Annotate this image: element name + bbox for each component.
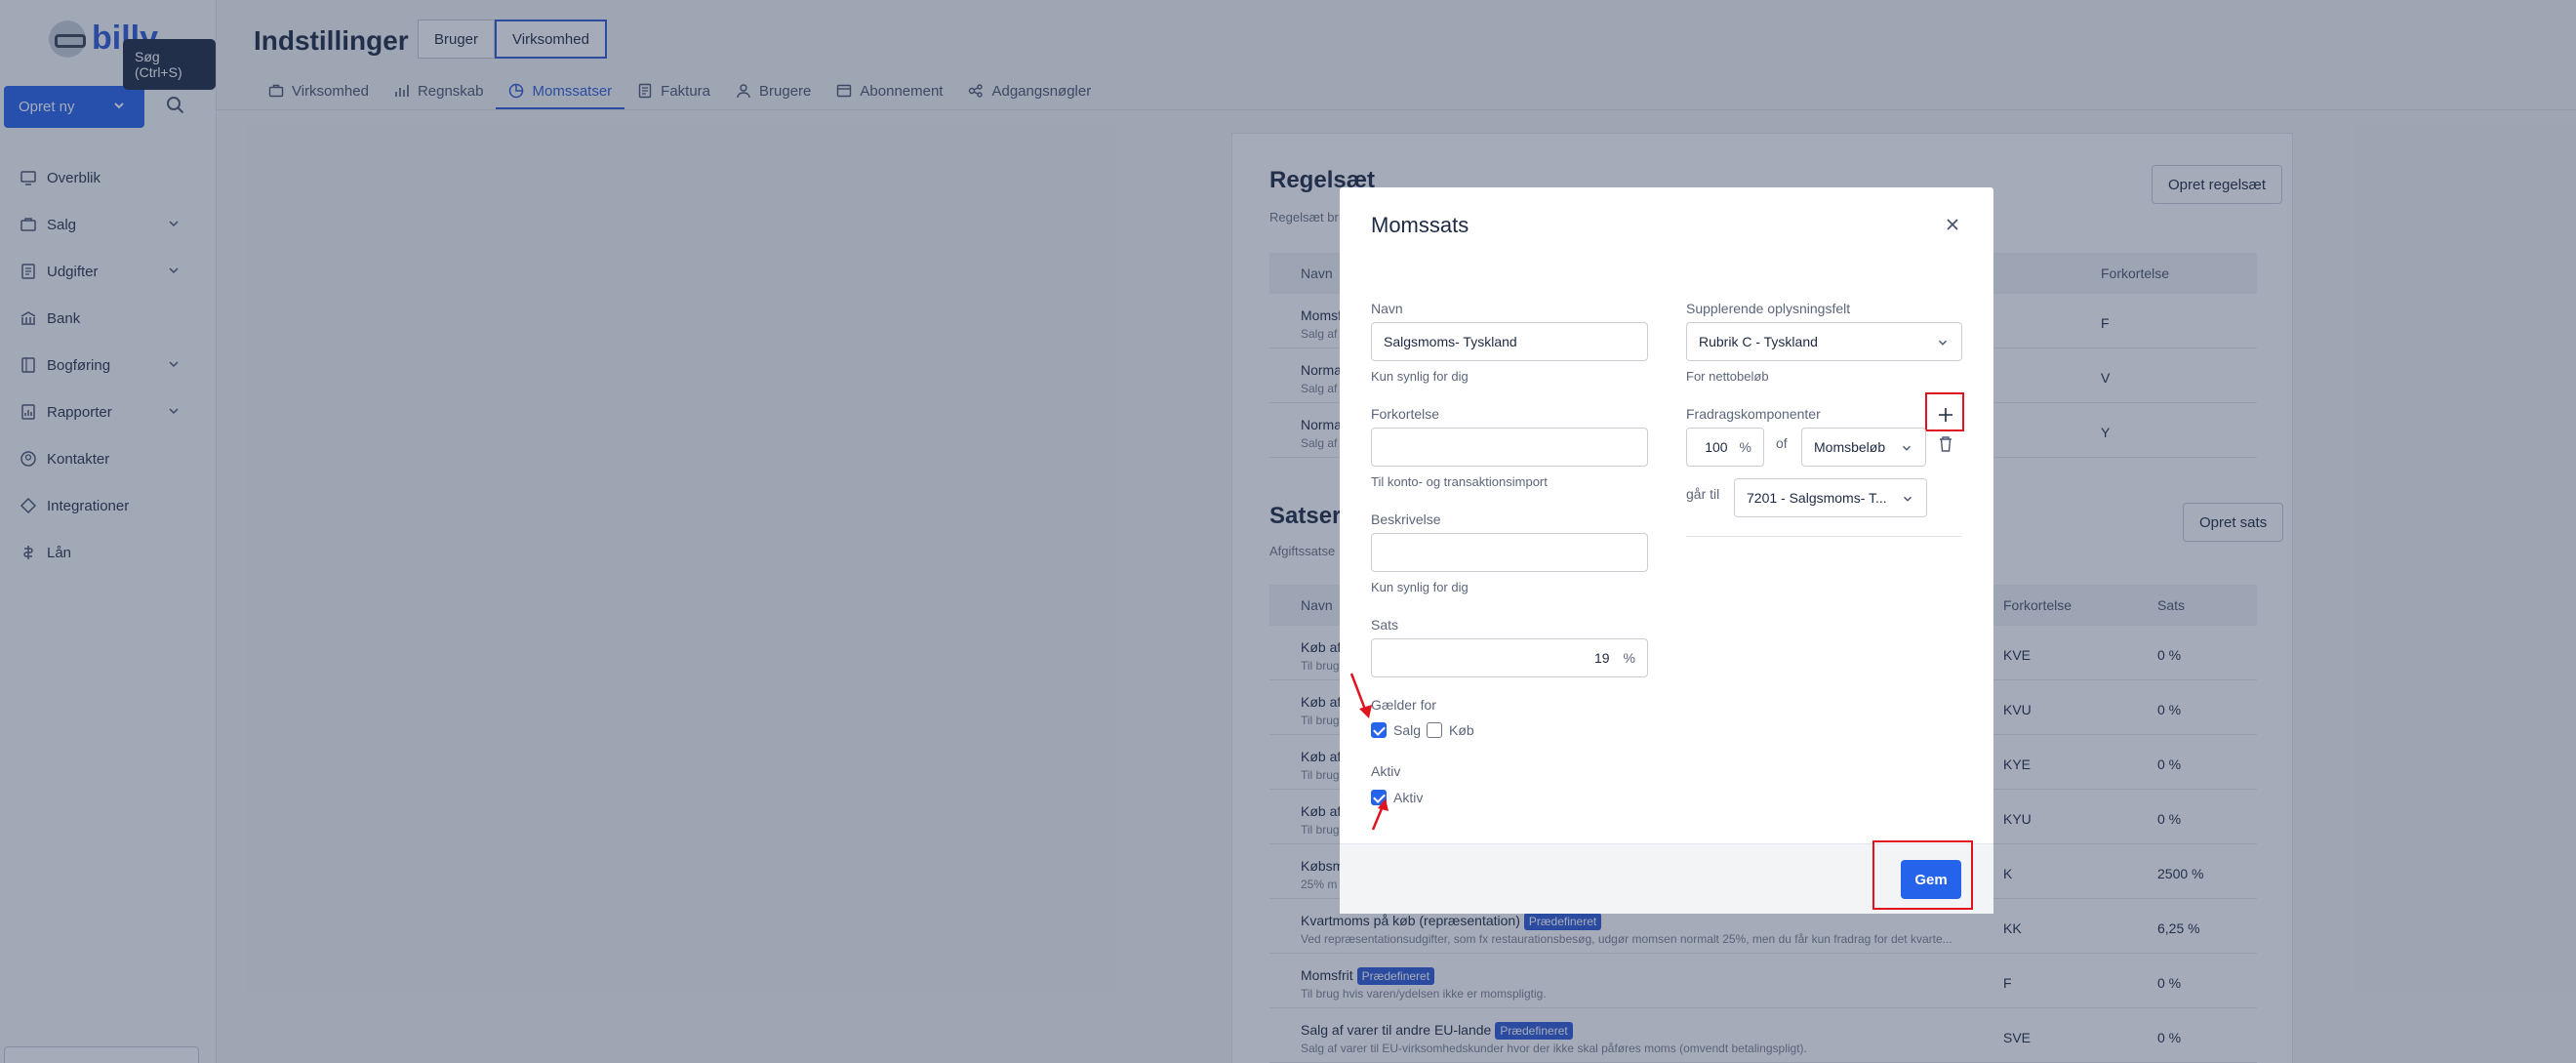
purchase-checkbox-label: Køb: [1449, 722, 1474, 738]
name-hint: Kun synlig for dig: [1371, 369, 1469, 384]
rate-field[interactable]: 19 %: [1371, 638, 1648, 677]
goes-to-label: går til: [1686, 486, 1720, 502]
trash-icon[interactable]: [1938, 435, 1953, 453]
supplementary-field-value: Rubrik C - Tyskland: [1699, 334, 1818, 349]
annotation-arrow-active: [1371, 798, 1389, 831]
supplementary-field-label: Supplerende oplysningsfelt: [1686, 301, 1851, 316]
abbr-label: Forkortelse: [1371, 406, 1440, 422]
modal-backdrop[interactable]: [0, 0, 2576, 1063]
purchase-checkbox[interactable]: [1427, 722, 1442, 738]
vat-rate-dialog: Momssats Navn Salgsmoms- Tyskland Kun sy…: [1340, 187, 1993, 914]
abbr-hint: Til konto- og transaktionsimport: [1371, 474, 1548, 489]
deduction-components-label: Fradragskomponenter: [1686, 406, 1821, 422]
chevron-down-icon: [1904, 496, 1912, 502]
deduction-percent-field[interactable]: 100 %: [1686, 428, 1764, 467]
description-hint: Kun synlig for dig: [1371, 580, 1469, 594]
deduction-percent-unit: %: [1739, 439, 1751, 455]
name-field[interactable]: Salgsmoms- Tyskland: [1371, 322, 1648, 361]
abbr-field[interactable]: [1371, 428, 1648, 467]
description-field[interactable]: [1371, 533, 1648, 572]
close-icon[interactable]: [1943, 215, 1962, 234]
chevron-down-icon: [1939, 340, 1947, 346]
chevron-down-icon: [1903, 445, 1911, 451]
goes-to-account-value: 7201 - Salgsmoms- T...: [1747, 490, 1887, 506]
of-label: of: [1776, 435, 1788, 451]
rate-label: Sats: [1371, 617, 1399, 633]
goes-to-account-select[interactable]: 7201 - Salgsmoms- T...: [1734, 478, 1927, 517]
name-label: Navn: [1371, 301, 1403, 316]
rate-unit: %: [1623, 650, 1635, 666]
annotation-box-add: [1925, 392, 1964, 431]
sales-checkbox-label: Salg: [1393, 722, 1422, 738]
deduction-divider: [1686, 536, 1962, 537]
deduction-percent-value: 100: [1705, 439, 1728, 455]
rate-value: 19: [1593, 650, 1610, 666]
supplementary-field-select[interactable]: Rubrik C - Tyskland: [1686, 322, 1962, 361]
supplementary-field-hint: For nettobeløb: [1686, 369, 1769, 384]
dialog-title: Momssats: [1371, 213, 1469, 237]
description-label: Beskrivelse: [1371, 511, 1441, 527]
deduction-base-select[interactable]: Momsbeløb: [1801, 428, 1926, 467]
deduction-base-value: Momsbeløb: [1814, 439, 1886, 455]
annotation-arrow-sales: [1349, 673, 1372, 718]
active-label: Aktiv: [1371, 763, 1401, 779]
annotation-box-save: [1872, 840, 1973, 910]
